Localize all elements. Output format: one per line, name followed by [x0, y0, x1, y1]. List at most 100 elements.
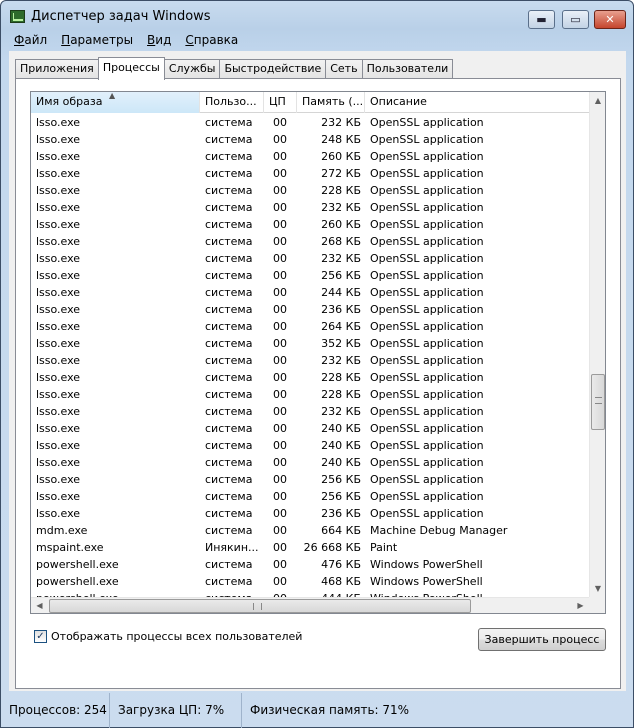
table-row[interactable]: lsso.exe система 00 256 КБ OpenSSL applicati… — [31, 267, 589, 284]
table-row[interactable]: lsso.exe система 00 268 КБ OpenSSL applicati… — [31, 233, 589, 250]
table-row[interactable]: lsso.exe система 00 244 КБ OpenSSL applicati… — [31, 284, 589, 301]
menu-help[interactable]: Справка — [178, 31, 245, 51]
close-button[interactable]: ✕ — [594, 10, 626, 29]
tab-users[interactable]: Пользователи — [361, 59, 454, 79]
table-row[interactable]: lsso.exe система 00 272 КБ OpenSSL applicati… — [31, 165, 589, 182]
client-area: Приложения Процессы Службы Быстродействи… — [9, 51, 626, 691]
table-row[interactable]: lsso.exe система 00 260 КБ OpenSSL applicati… — [31, 216, 589, 233]
menu-options[interactable]: Параметры — [54, 31, 140, 51]
cell-cpu: 00 — [273, 405, 287, 418]
table-row[interactable]: mdm.exe система 00 664 КБ Machine Debug Mana… — [31, 522, 589, 539]
cell-user: система — [205, 184, 253, 197]
cell-memory: 260 КБ — [321, 218, 361, 231]
show-all-users-label: Отображать процессы всех пользователей — [51, 630, 303, 643]
table-row[interactable]: lsso.exe система 00 352 КБ OpenSSL applicati… — [31, 335, 589, 352]
cell-user: система — [205, 269, 253, 282]
cell-description: OpenSSL application — [370, 507, 484, 520]
cell-image-name: lsso.exe — [36, 184, 81, 197]
table-row[interactable]: lsso.exe система 00 232 КБ OpenSSL applicati… — [31, 352, 589, 369]
cell-memory: 256 КБ — [321, 473, 361, 486]
tab-processes[interactable]: Процессы — [97, 57, 165, 80]
table-row[interactable]: lsso.exe система 00 256 КБ OpenSSL applicati… — [31, 471, 589, 488]
cell-cpu: 00 — [273, 388, 287, 401]
menu-file[interactable]: Файл — [7, 31, 54, 51]
maximize-icon: ▭ — [570, 13, 581, 26]
cell-image-name: lsso.exe — [36, 133, 81, 146]
tab-performance[interactable]: Быстродействие — [219, 59, 327, 79]
process-list[interactable]: ▲ Имя образа Пользо... ЦП Память (... Оп… — [30, 91, 606, 614]
show-all-users-option[interactable]: ✓ Отображать процессы всех пользователей — [34, 630, 302, 643]
column-header-memory[interactable]: Память (... — [297, 92, 365, 113]
table-row[interactable]: lsso.exe система 00 236 КБ OpenSSL applicati… — [31, 505, 589, 522]
vertical-scrollbar[interactable]: ▲ ▼ — [589, 92, 605, 597]
cell-description: OpenSSL application — [370, 133, 484, 146]
scroll-down-arrow-icon[interactable]: ▼ — [590, 580, 605, 597]
scroll-up-arrow-icon[interactable]: ▲ — [590, 92, 605, 109]
cell-image-name: lsso.exe — [36, 490, 81, 503]
cell-user: система — [205, 116, 253, 129]
cell-image-name: lsso.exe — [36, 422, 81, 435]
menu-view[interactable]: Вид — [140, 31, 178, 51]
table-row[interactable]: lsso.exe система 00 256 КБ OpenSSL applicati… — [31, 488, 589, 505]
cell-user: система — [205, 507, 253, 520]
grip-icon — [253, 603, 262, 610]
cell-cpu: 00 — [273, 167, 287, 180]
cell-image-name: lsso.exe — [36, 235, 81, 248]
scroll-left-arrow-icon[interactable]: ◀ — [31, 598, 48, 613]
cell-memory: 476 КБ — [321, 558, 361, 571]
tab-services[interactable]: Службы — [163, 59, 221, 79]
cell-memory: 232 КБ — [321, 116, 361, 129]
cell-memory: 26 668 КБ — [303, 541, 361, 554]
table-row[interactable]: lsso.exe система 00 236 КБ OpenSSL applicati… — [31, 301, 589, 318]
minimize-icon: ▬ — [536, 13, 547, 26]
table-row[interactable]: lsso.exe система 00 240 КБ OpenSSL applicati… — [31, 420, 589, 437]
table-row[interactable]: lsso.exe система 00 228 КБ OpenSSL applicati… — [31, 182, 589, 199]
table-row[interactable]: lsso.exe система 00 232 КБ OpenSSL applicati… — [31, 250, 589, 267]
cell-description: OpenSSL application — [370, 371, 484, 384]
column-header-description[interactable]: Описание — [365, 92, 589, 113]
cell-user: система — [205, 133, 253, 146]
vertical-scroll-thumb[interactable] — [591, 374, 605, 430]
minimize-button[interactable]: ▬ — [528, 10, 555, 29]
maximize-button[interactable]: ▭ — [562, 10, 589, 29]
table-row[interactable]: powershell.exe система 00 476 КБ Windows Pow… — [31, 556, 589, 573]
end-process-button[interactable]: Завершить процесс — [478, 628, 606, 651]
cell-description: OpenSSL application — [370, 269, 484, 282]
cell-memory: 236 КБ — [321, 303, 361, 316]
table-row[interactable]: lsso.exe система 00 240 КБ OpenSSL applicati… — [31, 454, 589, 471]
column-header-cpu[interactable]: ЦП — [264, 92, 297, 113]
cell-memory: 232 КБ — [321, 405, 361, 418]
horizontal-scrollbar[interactable]: ◀ ▶ — [31, 597, 589, 613]
title-bar[interactable]: Диспетчер задач Windows ▬ ▭ ✕ — [1, 1, 633, 31]
cell-memory: 232 КБ — [321, 252, 361, 265]
tab-networking[interactable]: Сеть — [325, 59, 363, 79]
table-row[interactable]: powershell.exe система 00 468 КБ Windows Pow… — [31, 573, 589, 590]
column-header-user[interactable]: Пользо... — [200, 92, 264, 113]
show-all-users-checkbox[interactable]: ✓ — [34, 630, 47, 643]
table-row[interactable]: lsso.exe система 00 260 КБ OpenSSL applicati… — [31, 148, 589, 165]
table-row[interactable]: lsso.exe система 00 232 КБ OpenSSL applicati… — [31, 114, 589, 131]
cell-memory: 260 КБ — [321, 150, 361, 163]
cell-cpu: 00 — [273, 456, 287, 469]
table-row[interactable]: lsso.exe система 00 240 КБ OpenSSL applicati… — [31, 437, 589, 454]
table-row[interactable]: lsso.exe система 00 248 КБ OpenSSL applicati… — [31, 131, 589, 148]
table-row[interactable]: lsso.exe система 00 264 КБ OpenSSL applicati… — [31, 318, 589, 335]
cell-description: OpenSSL application — [370, 167, 484, 180]
cell-image-name: lsso.exe — [36, 371, 81, 384]
table-row[interactable]: lsso.exe система 00 232 КБ OpenSSL applicati… — [31, 199, 589, 216]
cell-image-name: lsso.exe — [36, 269, 81, 282]
table-row[interactable]: lsso.exe система 00 228 КБ OpenSSL applicati… — [31, 369, 589, 386]
table-row[interactable]: lsso.exe система 00 232 КБ OpenSSL applicati… — [31, 403, 589, 420]
horizontal-scroll-thumb[interactable] — [49, 599, 471, 613]
column-header-image-name[interactable]: ▲ Имя образа — [31, 92, 200, 113]
cell-image-name: lsso.exe — [36, 303, 81, 316]
cell-image-name: lsso.exe — [36, 388, 81, 401]
table-row[interactable]: mspaint.exe Инякин... 00 26 668 КБ Paint — [31, 539, 589, 556]
cell-image-name: lsso.exe — [36, 286, 81, 299]
tab-applications[interactable]: Приложения — [15, 59, 99, 79]
table-row[interactable]: lsso.exe система 00 228 КБ OpenSSL applicati… — [31, 386, 589, 403]
cell-user: система — [205, 490, 253, 503]
cell-image-name: lsso.exe — [36, 337, 81, 350]
scroll-right-arrow-icon[interactable]: ▶ — [572, 598, 589, 613]
cell-user: система — [205, 218, 253, 231]
